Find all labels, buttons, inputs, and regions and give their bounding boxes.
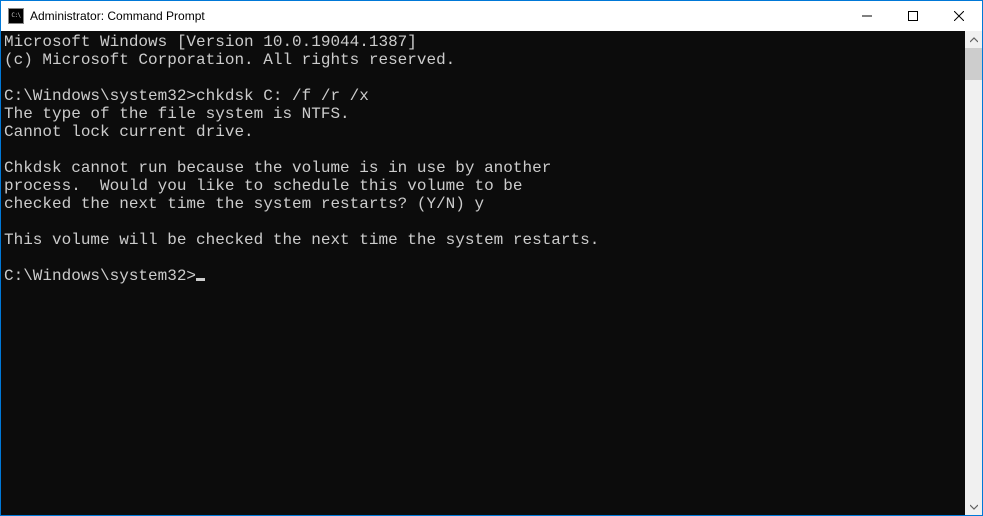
console-output[interactable]: Microsoft Windows [Version 10.0.19044.13… <box>1 31 965 515</box>
console-area: Microsoft Windows [Version 10.0.19044.13… <box>1 31 982 515</box>
console-line <box>4 249 965 267</box>
maximize-button[interactable] <box>890 1 936 31</box>
window-controls <box>844 1 982 31</box>
close-button[interactable] <box>936 1 982 31</box>
console-line: Chkdsk cannot run because the volume is … <box>4 159 965 177</box>
console-line: This volume will be checked the next tim… <box>4 231 965 249</box>
close-icon <box>954 11 964 21</box>
command-prompt-window: Administrator: Command Prompt Microsoft … <box>0 0 983 516</box>
console-line: checked the next time the system restart… <box>4 195 965 213</box>
titlebar[interactable]: Administrator: Command Prompt <box>1 1 982 31</box>
console-line: process. Would you like to schedule this… <box>4 177 965 195</box>
console-line: (c) Microsoft Corporation. All rights re… <box>4 51 965 69</box>
minimize-button[interactable] <box>844 1 890 31</box>
scroll-up-button[interactable] <box>965 31 982 48</box>
console-line: C:\Windows\system32> <box>4 267 965 285</box>
text-cursor <box>196 278 205 281</box>
console-line: Microsoft Windows [Version 10.0.19044.13… <box>4 33 965 51</box>
vertical-scrollbar[interactable] <box>965 31 982 515</box>
console-line: C:\Windows\system32>chkdsk C: /f /r /x <box>4 87 965 105</box>
scroll-thumb[interactable] <box>965 48 982 80</box>
chevron-down-icon <box>970 503 978 511</box>
console-line <box>4 213 965 231</box>
chevron-up-icon <box>970 36 978 44</box>
minimize-icon <box>862 11 872 21</box>
console-line: Cannot lock current drive. <box>4 123 965 141</box>
window-title: Administrator: Command Prompt <box>30 9 844 23</box>
cmd-icon <box>8 8 24 24</box>
console-line <box>4 69 965 87</box>
scroll-down-button[interactable] <box>965 498 982 515</box>
maximize-icon <box>908 11 918 21</box>
console-line <box>4 141 965 159</box>
console-line: The type of the file system is NTFS. <box>4 105 965 123</box>
